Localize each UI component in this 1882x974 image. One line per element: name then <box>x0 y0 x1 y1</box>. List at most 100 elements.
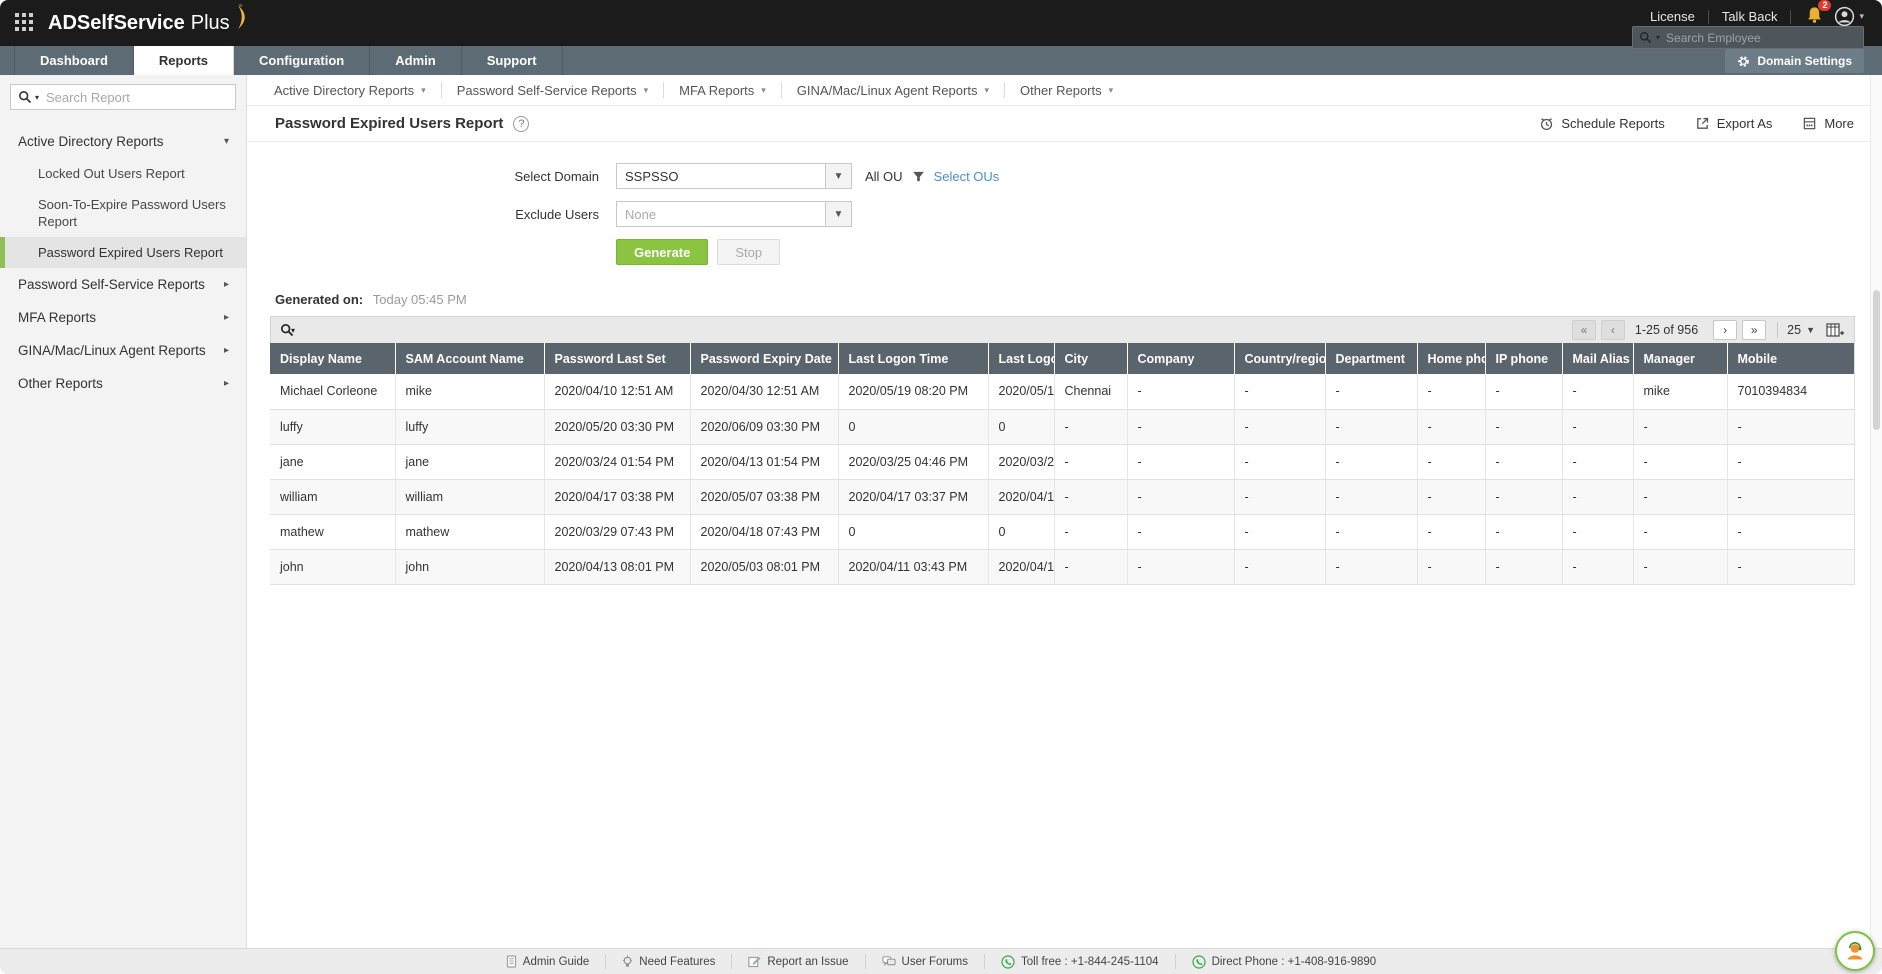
last-page-button[interactable]: » <box>1742 320 1767 340</box>
subnav-item[interactable]: GINA/Mac/Linux Agent Reports ▾ <box>782 82 1005 98</box>
table-cell: 2020/04/11 03:43 PM <box>838 549 989 585</box>
app-grid-icon[interactable] <box>14 12 36 34</box>
pagination: « ‹ 1-25 of 956 › » 25 ▼ <box>1567 320 1845 340</box>
footer-bar: Admin Guide Need Features Report an Issu… <box>0 948 1882 974</box>
column-header[interactable]: Home phone▼ <box>1417 343 1486 374</box>
sidebar-item-password-expired-users-report[interactable]: Password Expired Users Report <box>0 237 246 268</box>
sidebar-category[interactable]: GINA/Mac/Linux Agent Reports ▸ <box>0 334 246 367</box>
table-row: jane jane 2020/03/24 01:54 PM 2020/04/13… <box>270 444 1855 480</box>
table-cell: - <box>1417 374 1486 410</box>
tab-support[interactable]: Support <box>462 46 563 75</box>
table-cell: - <box>1234 549 1326 585</box>
help-icon[interactable]: ? <box>513 115 530 132</box>
tab-admin[interactable]: Admin <box>370 46 462 75</box>
column-header[interactable]: Country/region▼ <box>1234 343 1326 374</box>
table-cell: luffy <box>270 409 396 445</box>
tab-configuration[interactable]: Configuration <box>234 46 371 75</box>
table-cell: - <box>1727 409 1855 445</box>
tab-reports[interactable]: Reports <box>133 46 235 75</box>
subnav-item[interactable]: Other Reports ▾ <box>1005 82 1128 98</box>
table-cell: - <box>1485 409 1563 445</box>
employee-search-input[interactable] <box>1666 30 1857 45</box>
sidebar-item-soon-to-expire-password-users-report[interactable]: Soon-To-Expire Password Users Report <box>0 189 246 237</box>
exclude-users-dropdown[interactable]: None ▼ <box>616 201 852 227</box>
table-cell: - <box>1127 549 1235 585</box>
export-as-button[interactable]: Export As <box>1695 116 1772 131</box>
report-an-issue-link[interactable]: Report an Issue <box>732 954 866 969</box>
table-cell: - <box>1127 409 1235 445</box>
search-icon <box>1639 31 1652 44</box>
sidebar-item-locked-out-users-report[interactable]: Locked Out Users Report <box>0 158 246 189</box>
column-header[interactable]: Password Expiry Date▼ <box>690 343 839 374</box>
table-cell: 2020/04/13 01:54 PM <box>690 444 839 480</box>
report-criteria-form: Select Domain SSPSSO ▼ All OU Select OUs <box>247 142 1882 265</box>
column-header[interactable]: Department▼ <box>1325 343 1418 374</box>
table-row: william william 2020/04/17 03:38 PM 2020… <box>270 479 1855 515</box>
report-search-input[interactable] <box>46 89 228 105</box>
next-page-button[interactable]: › <box>1713 320 1738 340</box>
domain-settings-button[interactable]: Domain Settings <box>1725 49 1864 73</box>
admin-guide-link[interactable]: Admin Guide <box>490 954 607 969</box>
need-features-link[interactable]: Need Features <box>606 954 733 969</box>
more-button[interactable]: More <box>1802 116 1854 131</box>
first-page-button[interactable]: « <box>1571 320 1596 340</box>
main-nav-tabs: Dashboard Reports Configuration Admin Su… <box>0 46 1882 75</box>
chevron-down-icon: ▾ <box>643 84 649 95</box>
page-size-select[interactable]: 25 ▼ <box>1787 323 1815 337</box>
generate-button[interactable]: Generate <box>616 239 709 265</box>
employee-search[interactable]: ▾ <box>1632 26 1864 49</box>
column-header[interactable]: Display Name▼ <box>270 343 396 374</box>
sidebar-category[interactable]: MFA Reports ▸ <box>0 301 246 334</box>
sidebar-category[interactable]: Password Self-Service Reports ▸ <box>0 268 246 301</box>
report-category-nav: Active Directory Reports ▾ Password Self… <box>247 75 1882 106</box>
prev-page-button[interactable]: ‹ <box>1600 320 1625 340</box>
column-header[interactable]: SAM Account Name▼ <box>395 343 545 374</box>
direct-phone[interactable]: Direct Phone : +1-408-916-9890 <box>1176 954 1393 969</box>
table-cell: 2020/04/18 07:43 PM <box>690 514 839 550</box>
tab-dashboard[interactable]: Dashboard <box>14 46 134 75</box>
table-cell: - <box>1234 409 1326 445</box>
subnav-item[interactable]: Active Directory Reports ▾ <box>259 82 442 98</box>
column-header[interactable]: Manager▼ <box>1633 343 1728 374</box>
table-cell: 2020/05/19 08:20 PM <box>988 374 1055 410</box>
column-header[interactable]: Last Logon Timestamp▼ <box>988 343 1055 374</box>
table-cell: 0 <box>838 514 989 550</box>
scrollbar-thumb[interactable] <box>1873 290 1880 430</box>
add-remove-columns-icon[interactable] <box>1826 322 1845 338</box>
table-cell: - <box>1485 549 1563 585</box>
column-header[interactable]: City▼ <box>1054 343 1128 374</box>
support-chat-button[interactable] <box>1835 931 1875 971</box>
subnav-item[interactable]: MFA Reports ▾ <box>664 82 782 98</box>
export-icon <box>1696 117 1708 129</box>
table-cell: 2020/03/25 04:46 PM <box>988 444 1055 480</box>
talk-back-link[interactable]: Talk Back <box>1709 9 1791 24</box>
column-header[interactable]: Password Last Set▼ <box>544 343 691 374</box>
chevron-down-icon[interactable]: ▾ <box>291 326 295 335</box>
sidebar-category-active-directory-reports[interactable]: Active Directory Reports ▾ <box>0 125 246 158</box>
sidebar-category[interactable]: Other Reports ▸ <box>0 367 246 400</box>
chevron-down-icon: ▾ <box>35 92 40 102</box>
report-search[interactable]: ▾ <box>10 84 236 110</box>
toll-free-phone[interactable]: Toll free : +1-844-245-1104 <box>985 954 1176 969</box>
table-cell: 2020/03/24 01:54 PM <box>544 444 691 480</box>
license-link[interactable]: License <box>1637 9 1708 24</box>
select-domain-dropdown[interactable]: SSPSSO ▼ <box>616 163 852 189</box>
user-menu[interactable]: ▾ <box>1834 6 1864 27</box>
notification-count-badge: 2 <box>1818 0 1832 11</box>
schedule-reports-button[interactable]: Schedule Reports <box>1539 116 1665 131</box>
column-header[interactable]: Company▼ <box>1127 343 1235 374</box>
table-cell: william <box>395 479 545 515</box>
column-header[interactable]: Mail Alias▼ <box>1562 343 1634 374</box>
stop-button[interactable]: Stop <box>717 239 781 265</box>
notifications-bell-icon[interactable]: 2 <box>1805 0 1832 28</box>
filter-funnel-icon[interactable] <box>912 170 925 183</box>
subnav-item[interactable]: Password Self-Service Reports ▾ <box>442 82 665 98</box>
column-header[interactable]: Mobile▼ <box>1727 343 1855 374</box>
chevron-right-icon: ▸ <box>223 345 229 356</box>
report-content: Active Directory Reports ▾ Password Self… <box>247 75 1882 948</box>
table-cell: - <box>1325 514 1418 550</box>
column-header[interactable]: Last Logon Time▼ <box>838 343 989 374</box>
column-header[interactable]: IP phone▼ <box>1485 343 1563 374</box>
user-forums-link[interactable]: User Forums <box>866 954 985 969</box>
select-ous-link[interactable]: Select OUs <box>934 169 1000 184</box>
